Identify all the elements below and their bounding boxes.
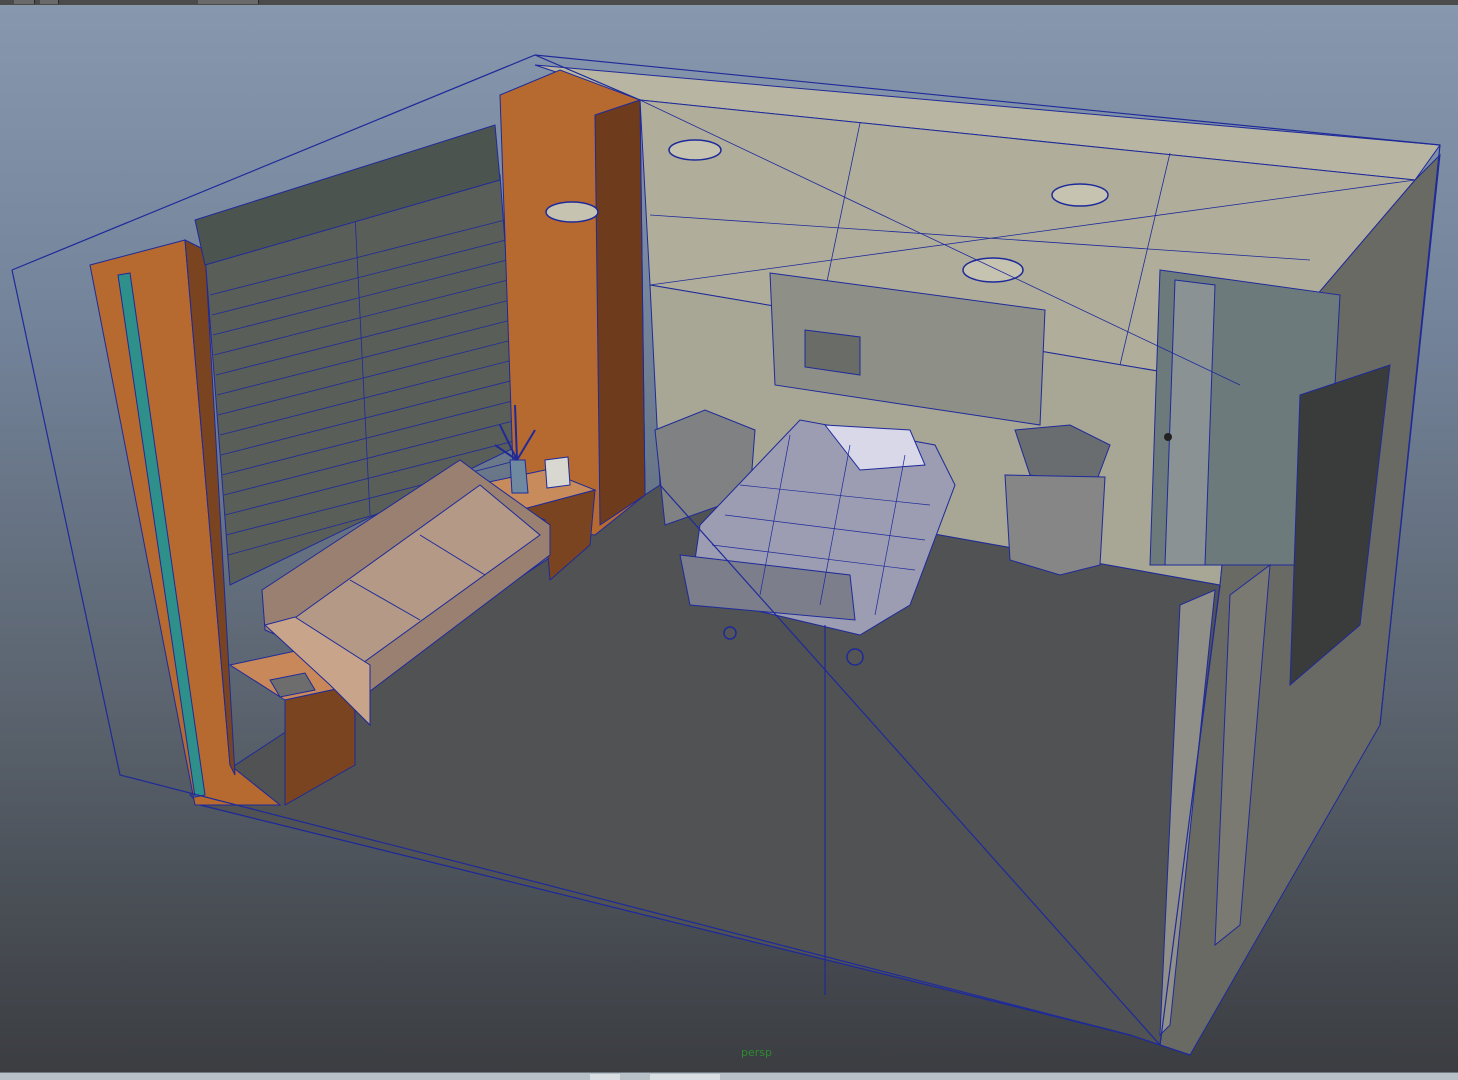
wall-screen[interactable] [804,329,861,376]
timeline-slot[interactable] [590,1074,620,1080]
ceiling-light-icon[interactable] [1051,183,1109,207]
toolbar-button-icon[interactable] [14,0,35,4]
plant-vase[interactable] [509,459,529,494]
ceiling-light-icon[interactable] [545,201,599,223]
timeline-slot[interactable] [650,1074,720,1080]
toolbar-button-icon[interactable] [198,0,259,4]
ceiling-light-icon[interactable] [668,139,722,161]
bottom-timeline-bar [0,1072,1458,1080]
scene-wireframe[interactable] [0,5,1458,1072]
maya-app-window: persp [0,0,1458,1080]
camera-label: persp [741,1046,772,1059]
wardrobe-right-side [594,99,646,526]
ceiling-light-icon[interactable] [962,257,1024,283]
door-handle [1164,433,1172,441]
monitor-cart[interactable] [1004,474,1106,576]
toolbar-button-icon[interactable] [40,0,59,4]
bed-wheel [846,648,864,666]
photo-frame[interactable] [544,456,571,489]
perspective-viewport[interactable]: persp [0,5,1458,1072]
bed-wheel [723,626,737,640]
